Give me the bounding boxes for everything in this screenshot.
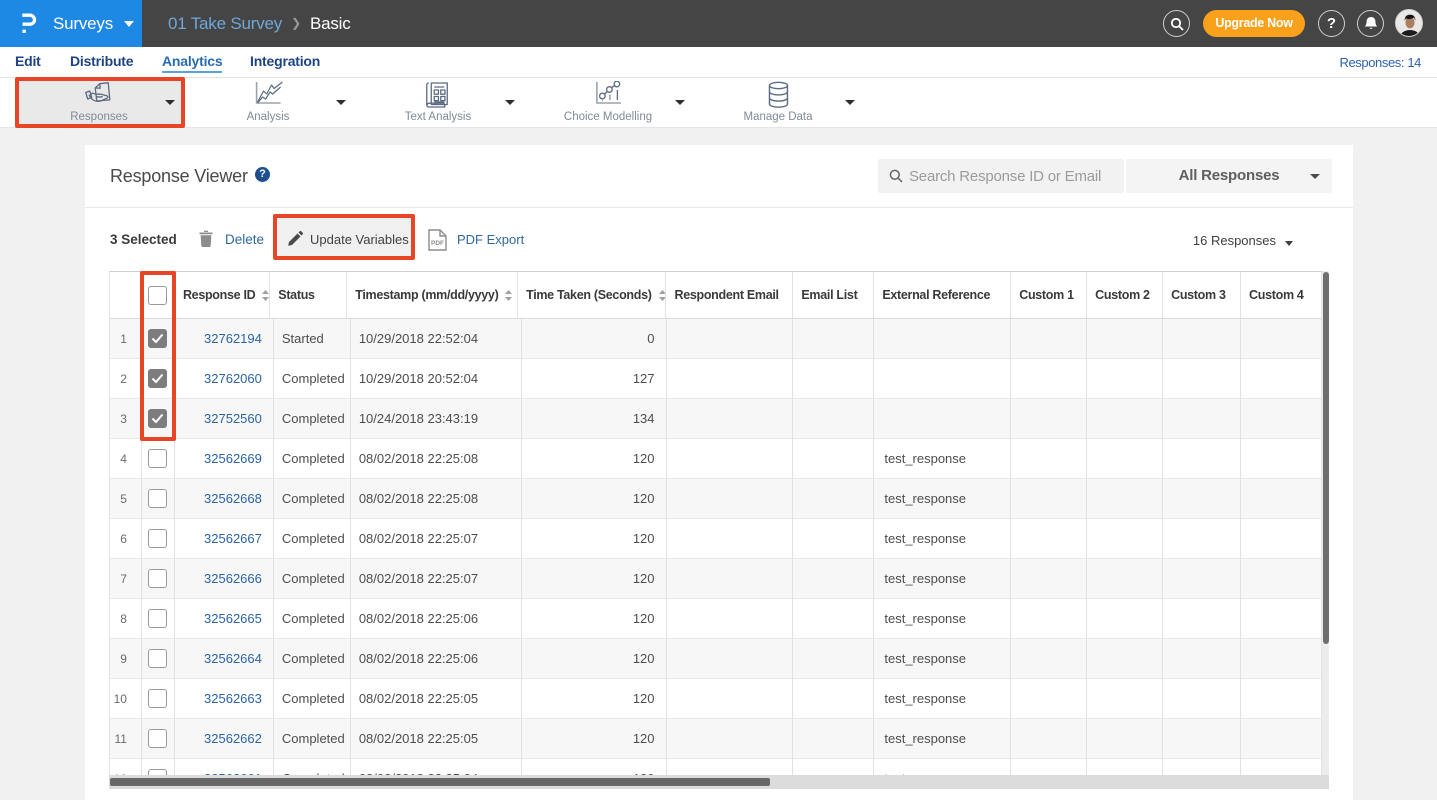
svg-text:PDF: PDF bbox=[431, 240, 444, 247]
